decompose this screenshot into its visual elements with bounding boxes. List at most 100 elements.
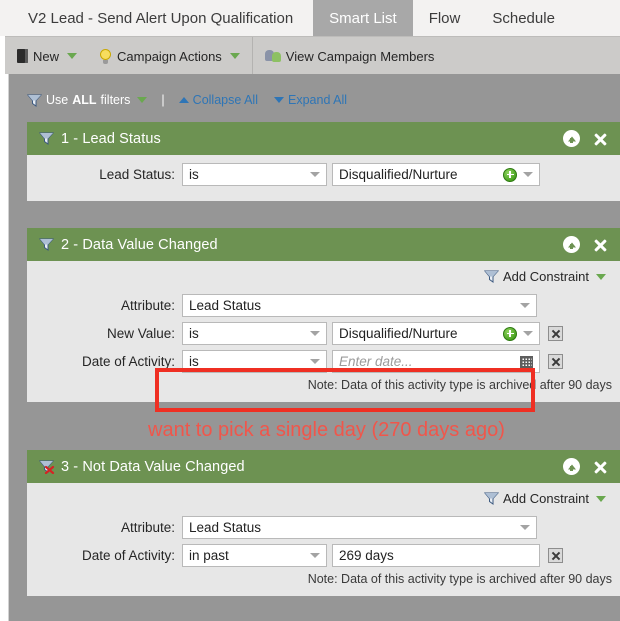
expand-all-label: Expand All [288, 93, 348, 107]
toolbar-group-primary: New Campaign Actions [5, 37, 252, 75]
filter-2-new-value-operator: is [189, 326, 199, 341]
filter-2-add-constraint-button[interactable]: Add Constraint [27, 269, 620, 284]
chevron-down-icon[interactable] [596, 495, 606, 502]
use-all-filters-strong: ALL [72, 93, 97, 107]
filter-1-remove-button[interactable] [592, 131, 608, 147]
filter-2-attribute-select[interactable]: Lead Status [182, 294, 537, 317]
filter-3-date-operator-select[interactable]: in past [182, 544, 327, 567]
lightbulb-icon [99, 48, 112, 64]
add-value-icon[interactable] [503, 326, 517, 341]
chevron-down-icon [274, 97, 284, 103]
use-all-filters-suffix: filters [100, 93, 131, 107]
collapse-all-button[interactable]: Collapse All [178, 93, 258, 107]
filter-2-new-value: Disqualified/Nurture [339, 326, 458, 341]
filter-1-row-label: Lead Status: [99, 167, 175, 182]
filter-2-new-value-operator-select[interactable]: is [182, 322, 327, 345]
chevron-down-icon [520, 525, 530, 530]
campaign-toolbar: New Campaign Actions View Campaign Membe… [5, 36, 620, 75]
filter-3-date-remove-button[interactable] [548, 548, 563, 563]
filter-card-1: 1 - Lead Status Lead Status: is Disquali… [27, 122, 620, 201]
tab-strip: V2 Lead - Send Alert Upon Qualification … [0, 0, 620, 36]
arrow-up-circle-icon [563, 236, 580, 253]
filter-card-2: 2 - Data Value Changed Add Constraint At… [27, 228, 620, 402]
filter-2-body: Add Constraint Attribute: Lead Status Ne… [27, 261, 620, 402]
tab-smart-list[interactable]: Smart List [313, 0, 413, 36]
filter-1-header[interactable]: 1 - Lead Status [27, 122, 620, 155]
filter-2-date-remove-button[interactable] [548, 354, 563, 369]
new-document-icon [17, 49, 28, 63]
filter-3-remove-button[interactable] [592, 459, 608, 475]
campaign-title-tab[interactable]: V2 Lead - Send Alert Upon Qualification [0, 0, 313, 36]
filter-card-3: 3 - Not Data Value Changed Add Constrain… [27, 450, 620, 596]
use-all-filters-button[interactable]: Use ALL filters [27, 93, 148, 107]
filter-3-attribute-value: Lead Status [189, 520, 262, 535]
filter-2-date-input[interactable]: Enter date... [332, 350, 540, 373]
chevron-down-icon [520, 303, 530, 308]
toolbar-group-members: View Campaign Members [251, 37, 447, 75]
filter-3-date-label: Date of Activity: [81, 548, 175, 563]
filter-1-move-up-button[interactable] [563, 130, 580, 147]
tab-schedule-label: Schedule [492, 9, 555, 27]
filter-2-note: Note: Data of this activity type is arch… [307, 378, 612, 392]
filter-3-days-value: 269 days [339, 548, 394, 563]
filter-2-date-placeholder: Enter date... [339, 354, 413, 369]
chevron-down-icon[interactable] [596, 273, 606, 280]
add-value-icon[interactable] [503, 167, 517, 182]
chevron-down-icon [523, 331, 533, 336]
filter-3-move-up-button[interactable] [563, 458, 580, 475]
filter-2-row-attribute: Attribute: Lead Status [27, 294, 620, 317]
close-icon [592, 131, 608, 147]
funnel-icon [484, 492, 499, 505]
filter-2-attribute-value: Lead Status [189, 298, 262, 313]
chevron-down-icon [523, 172, 533, 177]
filter-1-operator-select[interactable]: is [182, 163, 327, 186]
left-rail [0, 74, 9, 621]
filter-2-attribute-label: Attribute: [120, 298, 175, 313]
filter-1-value: Disqualified/Nurture [339, 167, 458, 182]
funnel-not-icon [39, 460, 55, 474]
filter-2-new-value-label: New Value: [106, 326, 175, 341]
filter-3-add-constraint-label: Add Constraint [503, 491, 589, 506]
filter-3-days-input[interactable]: 269 days [332, 544, 540, 567]
chevron-down-icon[interactable] [229, 53, 240, 59]
funnel-icon [27, 94, 42, 107]
filter-3-header[interactable]: 3 - Not Data Value Changed [27, 450, 620, 483]
close-icon [592, 237, 608, 253]
expand-all-button[interactable]: Expand All [274, 93, 347, 107]
arrow-up-circle-icon [563, 130, 580, 147]
filter-2-move-up-button[interactable] [563, 236, 580, 253]
filter-3-attribute-label: Attribute: [120, 520, 175, 535]
tab-flow[interactable]: Flow [413, 0, 477, 36]
filter-3-body: Add Constraint Attribute: Lead Status Da… [27, 483, 620, 596]
funnel-icon [484, 270, 499, 283]
filter-2-new-value-remove-button[interactable] [548, 326, 563, 341]
filter-1-body: Lead Status: is Disqualified/Nurture [27, 155, 620, 201]
filter-1-operator-value: is [189, 167, 199, 182]
campaign-actions-button[interactable]: Campaign Actions [99, 48, 240, 64]
filter-3-add-constraint-button[interactable]: Add Constraint [27, 491, 620, 506]
filter-3-title: 3 - Not Data Value Changed [61, 458, 245, 475]
arrow-up-circle-icon [563, 458, 580, 475]
smart-list-filter-bar: Use ALL filters | Collapse All Expand Al… [9, 86, 620, 114]
filter-2-date-operator-select[interactable]: is [182, 350, 327, 373]
collapse-all-label: Collapse All [192, 93, 258, 107]
filter-3-row-date-of-activity: Date of Activity: in past 269 days [27, 544, 620, 567]
funnel-icon [39, 238, 54, 251]
tab-schedule[interactable]: Schedule [476, 0, 571, 36]
filter-2-new-value-select[interactable]: Disqualified/Nurture [332, 322, 540, 345]
filter-2-remove-button[interactable] [592, 237, 608, 253]
chevron-down-icon[interactable] [137, 97, 148, 103]
filter-1-value-select[interactable]: Disqualified/Nurture [332, 163, 540, 186]
filter-2-header[interactable]: 2 - Data Value Changed [27, 228, 620, 261]
calendar-icon[interactable] [520, 355, 533, 368]
new-button[interactable]: New [17, 49, 78, 64]
people-icon [264, 49, 281, 63]
tab-smart-list-label: Smart List [329, 9, 397, 27]
filter-2-row-new-value: New Value: is Disqualified/Nurture [27, 322, 620, 345]
filter-3-attribute-select[interactable]: Lead Status [182, 516, 537, 539]
filter-1-title: 1 - Lead Status [61, 130, 161, 147]
view-campaign-members-button[interactable]: View Campaign Members [264, 49, 434, 64]
chevron-down-icon[interactable] [67, 53, 78, 59]
use-all-filters-prefix: Use [46, 93, 69, 107]
filter-2-date-operator: is [189, 354, 199, 369]
